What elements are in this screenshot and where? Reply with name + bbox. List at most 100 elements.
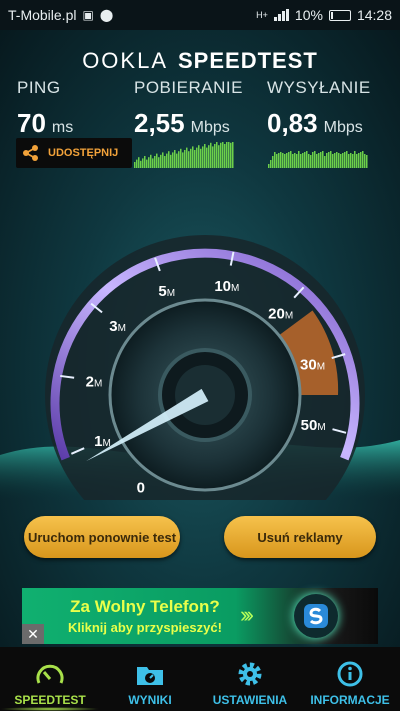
- graph-bar: [346, 151, 348, 168]
- graph-bar: [290, 151, 292, 168]
- active-tab-indicator: [0, 707, 100, 711]
- graph-bar: [292, 154, 294, 168]
- graph-bar: [182, 152, 184, 168]
- brand-ookla: OOKLA: [82, 48, 168, 73]
- remove-ads-button[interactable]: Usuń reklamy: [224, 516, 376, 558]
- info-icon: [337, 661, 363, 687]
- download-unit: Mbps: [190, 119, 230, 136]
- download-value: 2,55: [134, 108, 185, 138]
- graph-bar: [224, 144, 226, 168]
- graph-bar: [210, 142, 212, 168]
- download-label: POBIERANIE: [134, 78, 243, 97]
- graph-bar: [324, 156, 326, 168]
- graph-bar: [366, 155, 368, 168]
- graph-bar: [278, 153, 280, 168]
- ping-value: 70: [17, 108, 46, 138]
- graph-bar: [360, 152, 362, 168]
- graph-bar: [294, 153, 296, 168]
- graph-bar: [196, 147, 198, 168]
- retest-button[interactable]: Uruchom ponownie test: [24, 516, 180, 558]
- ping-unit: ms: [51, 119, 74, 136]
- graph-bar: [326, 153, 328, 168]
- tab-speedtest-label: SPEEDTEST: [14, 693, 86, 707]
- graph-bar: [142, 158, 144, 168]
- ping-metric: PING 70 ms: [17, 78, 73, 139]
- graph-bar: [154, 156, 156, 168]
- graph-bar: [348, 154, 350, 168]
- graph-bar: [212, 146, 214, 168]
- upload-graph: [268, 151, 368, 168]
- graph-bar: [272, 156, 274, 168]
- tab-info[interactable]: INFORMACJE: [300, 647, 400, 711]
- graph-bar: [336, 152, 338, 168]
- carrier-name: T-Mobile.pl: [8, 7, 77, 23]
- graph-bar: [338, 153, 340, 168]
- ad-title: Za Wolny Telefon?: [70, 597, 220, 616]
- graph-bar: [354, 151, 356, 168]
- graph-bar: [332, 154, 334, 168]
- graph-bar: [158, 157, 160, 168]
- brand-speedtest: SPEEDTEST: [178, 48, 318, 73]
- graph-bar: [284, 154, 286, 168]
- graph-bar: [342, 153, 344, 168]
- graph-bar: [202, 146, 204, 168]
- graph-bar: [328, 152, 330, 168]
- graph-bar: [330, 151, 332, 168]
- graph-bar: [302, 153, 304, 168]
- graph-bar: [270, 160, 272, 168]
- graph-bar: [300, 154, 302, 168]
- graph-bar: [160, 154, 162, 168]
- graph-bar: [358, 153, 360, 168]
- tab-speedtest[interactable]: SPEEDTEST: [0, 647, 100, 711]
- app-logo: OOKLA SPEEDTEST: [0, 48, 400, 74]
- graph-bar: [230, 142, 232, 168]
- graph-bar: [166, 153, 168, 168]
- graph-bar: [206, 147, 208, 168]
- graph-bar: [282, 153, 284, 168]
- graph-bar: [350, 153, 352, 168]
- graph-bar: [136, 159, 138, 168]
- tab-results[interactable]: WYNIKI: [100, 647, 200, 711]
- tab-settings-label: USTAWIENIA: [212, 693, 288, 707]
- graph-bar: [194, 150, 196, 168]
- signal-icon: [273, 9, 289, 21]
- graph-bar: [314, 151, 316, 168]
- graph-bar: [138, 157, 140, 168]
- ad-subtitle: Kliknij aby przyspieszyć!: [68, 620, 222, 635]
- graph-bar: [288, 152, 290, 168]
- graph-bar: [184, 150, 186, 168]
- graph-bar: [146, 159, 148, 168]
- graph-bar: [170, 154, 172, 168]
- speedtest-screen: OOKLA SPEEDTEST PING 70 ms POBIERANIE 2,55…: [0, 30, 400, 647]
- gauge-tick-label: 0: [137, 480, 145, 497]
- graph-bar: [318, 153, 320, 168]
- graph-bar: [180, 148, 182, 168]
- graph-bar: [334, 153, 336, 168]
- graph-bar: [200, 148, 202, 168]
- graph-bar: [188, 151, 190, 168]
- graph-bar: [186, 147, 188, 168]
- graph-bar: [216, 142, 218, 168]
- graph-bar: [204, 144, 206, 168]
- ad-close-button[interactable]: ✕: [22, 624, 44, 644]
- chevrons-icon: ›››: [240, 602, 254, 627]
- graph-bar: [140, 160, 142, 168]
- graph-bar: [228, 142, 230, 168]
- share-icon: [23, 145, 38, 161]
- upload-unit: Mbps: [323, 119, 363, 136]
- status-bar: T-Mobile.pl ▣ ⬤ H+ 10% 14:28: [0, 0, 400, 30]
- graph-bar: [340, 154, 342, 168]
- graph-bar: [134, 162, 136, 168]
- share-button[interactable]: UDOSTĘPNIJ: [16, 138, 132, 168]
- graph-bar: [344, 152, 346, 168]
- graph-bar: [168, 151, 170, 168]
- upload-label: WYSYŁANIE: [267, 78, 371, 97]
- tab-settings[interactable]: USTAWIENIA: [200, 647, 300, 711]
- ad-banner[interactable]: Za Wolny Telefon? Kliknij aby przyspiesz…: [22, 588, 378, 644]
- network-type: H+: [256, 10, 268, 20]
- gear-icon: [238, 662, 262, 686]
- graph-bar: [226, 142, 228, 168]
- clock: 14:28: [356, 7, 392, 23]
- graph-bar: [152, 158, 154, 168]
- graph-bar: [322, 151, 324, 168]
